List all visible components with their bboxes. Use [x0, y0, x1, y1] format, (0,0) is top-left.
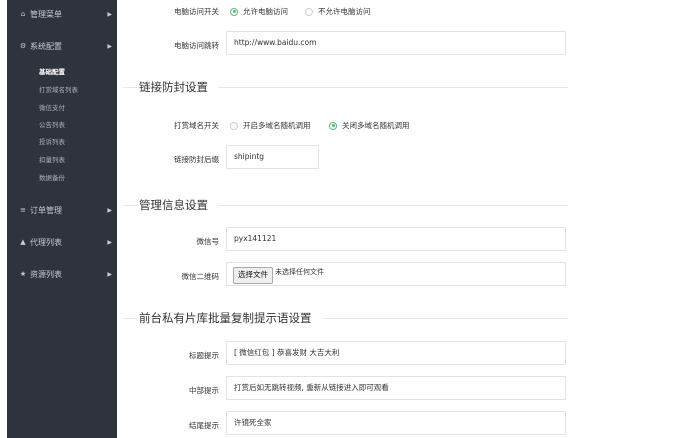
- section-divider: [218, 86, 568, 88]
- end-prompt-row: 结尾提示 许镜死全家: [117, 411, 694, 437]
- radio-unchecked-icon: [305, 7, 313, 16]
- subitem-reward-domain-list[interactable]: 打赏域名列表: [39, 85, 78, 95]
- section-divider: [123, 204, 137, 206]
- section-title: 管理信息设置: [139, 198, 208, 212]
- wechat-id-row: 微信号 pyx141121: [117, 227, 694, 253]
- radio-label: 允许电脑访问: [243, 7, 288, 16]
- link-suffix-input[interactable]: shipintg: [226, 145, 319, 169]
- radio-label: 关闭多域名随机调用: [342, 121, 410, 130]
- subitem-wechat-pay[interactable]: 微信支付: [39, 103, 65, 113]
- link-suffix-label: 链接防封后缀: [174, 155, 219, 164]
- reward-domain-row: 打赏域名开关 开启多域名随机调用 关闭多域名随机调用: [117, 113, 694, 139]
- home-icon: ⌂: [20, 10, 26, 18]
- radio-disable-multi-domain[interactable]: 关闭多域名随机调用: [329, 120, 410, 131]
- wechat-id-input[interactable]: pyx141121: [226, 227, 566, 251]
- title-prompt-input[interactable]: [ 微信红包 ] 恭喜发财 大吉大利: [226, 341, 566, 365]
- section-divider: [123, 317, 137, 319]
- middle-prompt-input[interactable]: 打赏后如无跳转视频, 重新从链接进入即可观看: [226, 376, 566, 400]
- section-title: 链接防封设置: [139, 80, 208, 94]
- chevron-right-icon: ▶: [107, 10, 112, 18]
- sidebar-item-menu-management[interactable]: ⌂ 管理菜单 ▶: [7, 7, 117, 21]
- section-prompt-settings: 前台私有片库批量复制提示语设置: [123, 311, 568, 325]
- sidebar: ⌂ 管理菜单 ▶ ⚙ 系统配置 ▶ 基础配置 打赏域名列表 微信支付 公告列表 …: [7, 0, 117, 438]
- radio-label: 开启多域名随机调用: [243, 121, 311, 130]
- pc-redirect-row: 电脑访问跳转 http://www.baidu.com: [117, 31, 694, 57]
- bar-chart-icon: ≡: [20, 206, 26, 214]
- user-icon: ▲: [20, 238, 26, 246]
- chevron-right-icon: ▶: [107, 206, 112, 214]
- end-prompt-label: 结尾提示: [189, 421, 219, 430]
- wechat-qr-row: 微信二维码 选择文件 未选择任何文件: [117, 262, 694, 288]
- sidebar-item-resource-list[interactable]: ★ 资源列表 ▶: [7, 267, 117, 281]
- sidebar-item-label: 代理列表: [30, 237, 62, 247]
- pc-redirect-label: 电脑访问跳转: [174, 41, 219, 50]
- sidebar-item-system-config[interactable]: ⚙ 系统配置 ▶: [7, 39, 117, 53]
- radio-checked-icon: [230, 7, 238, 16]
- radio-enable-multi-domain[interactable]: 开启多域名随机调用: [230, 120, 311, 131]
- file-status-text: 未选择任何文件: [275, 268, 324, 276]
- wechat-id-label: 微信号: [196, 237, 220, 246]
- pc-redirect-input[interactable]: http://www.baidu.com: [226, 31, 566, 55]
- section-divider: [218, 204, 568, 206]
- radio-unchecked-icon: [230, 121, 238, 130]
- radio-label: 不允许电脑访问: [318, 7, 371, 16]
- sidebar-item-label: 资源列表: [30, 269, 62, 279]
- section-anti-block: 链接防封设置: [123, 80, 568, 94]
- main-content: 电脑访问开关 允许电脑访问 不允许电脑访问 电脑访问跳转 http://www.…: [117, 0, 694, 438]
- title-prompt-label: 标题提示: [189, 351, 219, 360]
- sidebar-item-label: 订单管理: [30, 205, 62, 215]
- gear-icon: ⚙: [19, 42, 27, 50]
- end-prompt-input[interactable]: 许镜死全家: [226, 411, 566, 435]
- chevron-right-icon: ▶: [107, 270, 112, 278]
- sidebar-item-label: 系统配置: [30, 41, 62, 51]
- link-suffix-row: 链接防封后缀 shipintg: [117, 145, 694, 171]
- subitem-basic-config[interactable]: 基础配置: [39, 67, 65, 77]
- chevron-right-icon: ▶: [107, 238, 112, 246]
- subitem-announcement-list[interactable]: 公告列表: [39, 120, 65, 130]
- subitem-data-backup[interactable]: 数据备份: [39, 173, 65, 183]
- section-divider: [123, 86, 137, 88]
- radio-checked-icon: [329, 121, 337, 130]
- section-admin-info: 管理信息设置: [123, 198, 568, 212]
- pc-access-label: 电脑访问开关: [174, 7, 219, 16]
- choose-file-button[interactable]: 选择文件: [233, 267, 273, 284]
- section-title: 前台私有片库批量复制提示语设置: [139, 311, 312, 325]
- radio-deny-pc[interactable]: 不允许电脑访问: [305, 6, 371, 17]
- reward-domain-label: 打赏域名开关: [174, 121, 219, 130]
- sidebar-item-agent-list[interactable]: ▲ 代理列表 ▶: [7, 235, 117, 249]
- middle-prompt-row: 中部提示 打赏后如无跳转视频, 重新从链接进入即可观看: [117, 376, 694, 402]
- sidebar-item-order-management[interactable]: ≡ 订单管理 ▶: [7, 203, 117, 217]
- title-prompt-row: 标题提示 [ 微信红包 ] 恭喜发财 大吉大利: [117, 341, 694, 367]
- sidebar-item-label: 管理菜单: [30, 9, 62, 19]
- wechat-qr-label: 微信二维码: [181, 272, 220, 281]
- subitem-deduction-list[interactable]: 扣量列表: [39, 155, 65, 165]
- middle-prompt-label: 中部提示: [189, 386, 219, 395]
- chevron-right-icon: ▶: [107, 42, 112, 50]
- subitem-complaint-list[interactable]: 投诉列表: [39, 137, 65, 147]
- radio-allow-pc[interactable]: 允许电脑访问: [230, 6, 288, 17]
- section-divider: [321, 317, 568, 319]
- pc-access-row: 电脑访问开关 允许电脑访问 不允许电脑访问: [117, 0, 694, 26]
- star-icon: ★: [19, 270, 27, 278]
